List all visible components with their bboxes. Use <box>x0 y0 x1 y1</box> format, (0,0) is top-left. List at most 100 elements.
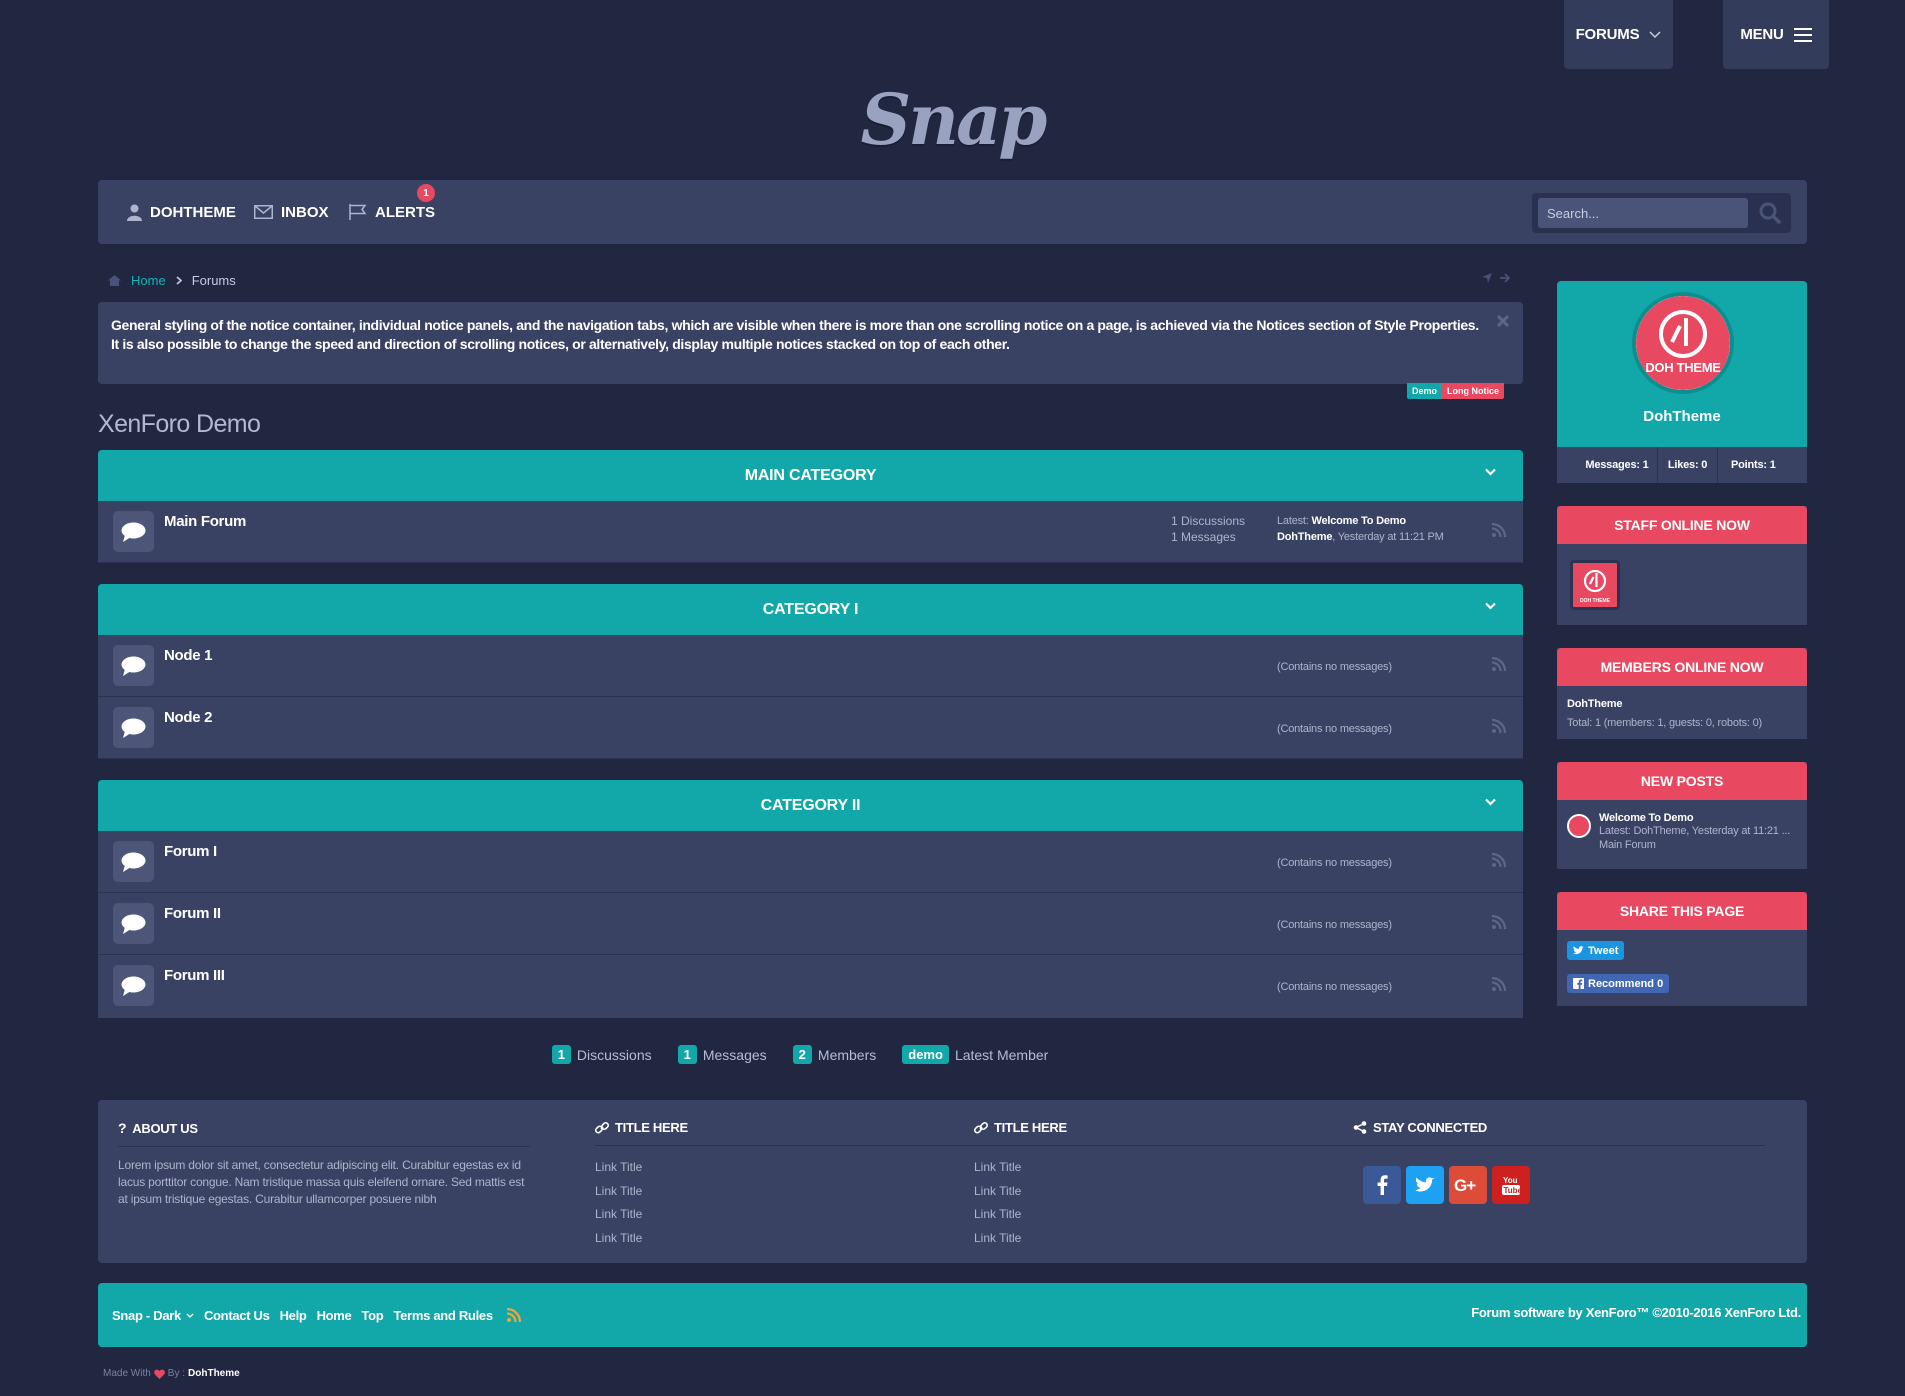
new-post-title[interactable]: Welcome To Demo <box>1599 812 1790 824</box>
style-chooser[interactable]: Snap - Dark <box>112 1308 194 1323</box>
latest-user-link[interactable]: DohTheme <box>1277 531 1332 543</box>
footer-link-home[interactable]: Home <box>317 1308 352 1323</box>
forum-node[interactable]: Forum I (Contains no messages) <box>98 831 1523 893</box>
stat-discussions: 1 Discussions <box>551 1045 652 1064</box>
nav-user-link[interactable]: DOHTHEME <box>127 180 236 244</box>
close-icon[interactable] <box>1496 314 1510 328</box>
twitter-icon <box>1573 946 1584 955</box>
forum-node[interactable]: Node 2 (Contains no messages) <box>98 697 1523 759</box>
forum-discussions-count: 1 Discussions <box>1171 514 1246 528</box>
forum-node[interactable]: Forum II (Contains no messages) <box>98 893 1523 955</box>
footer-link[interactable]: Link Title <box>974 1180 1386 1204</box>
navigate-icon[interactable] <box>1482 273 1492 283</box>
notice-tab-long-notice[interactable]: Long Notice <box>1442 383 1505 399</box>
notice-tab-demo[interactable]: Demo <box>1407 383 1443 399</box>
staff-online-block: STAFF ONLINE NOW DOH THEME <box>1557 506 1807 625</box>
online-member-link[interactable]: DohTheme <box>1567 698 1797 710</box>
breadcrumb-home[interactable]: Home <box>131 273 166 288</box>
chevron-down-icon <box>1649 30 1661 39</box>
forum-title[interactable]: Forum III <box>164 967 225 984</box>
main-menu-button[interactable]: MENU <box>1723 0 1829 69</box>
footer-columns: ? ABOUT US Lorem ipsum dolor sit amet, c… <box>98 1100 1807 1263</box>
share-block: SHARE THIS PAGE Tweet Recommend 0 <box>1557 892 1807 1006</box>
forum-title[interactable]: Node 1 <box>164 647 213 664</box>
google-plus-icon[interactable]: G+ <box>1449 1166 1487 1204</box>
arrow-right-icon[interactable] <box>1500 273 1511 283</box>
online-total: Total: 1 (members: 1, guests: 0, robots:… <box>1567 717 1762 729</box>
avatar-label: DOH THEME <box>1645 360 1721 375</box>
twitter-icon[interactable] <box>1406 1166 1444 1204</box>
footer-link[interactable]: Link Title <box>974 1203 1386 1227</box>
breadcrumb-current[interactable]: Forums <box>192 273 236 288</box>
breadcrumb-jump <box>1482 273 1511 283</box>
footer-link[interactable]: Link Title <box>974 1227 1386 1251</box>
author-link[interactable]: DohTheme <box>188 1368 240 1379</box>
footer-link-top[interactable]: Top <box>361 1308 383 1323</box>
nav-inbox-link[interactable]: INBOX <box>254 180 329 244</box>
rss-icon[interactable] <box>1492 719 1506 733</box>
forum-title[interactable]: Forum II <box>164 905 221 922</box>
chevron-down-icon[interactable] <box>1485 468 1496 476</box>
forum-node[interactable]: Node 1 (Contains no messages) <box>98 635 1523 697</box>
forum-title[interactable]: Main Forum <box>164 513 246 530</box>
footer-link[interactable]: Link Title <box>595 1227 1007 1251</box>
chevron-down-icon[interactable] <box>1485 798 1496 806</box>
footer-link[interactable]: Link Title <box>974 1156 1386 1180</box>
category-header-main[interactable]: MAIN CATEGORY <box>98 450 1523 501</box>
rss-icon[interactable] <box>1492 657 1506 671</box>
nav-alerts-label: ALERTS <box>375 203 435 221</box>
footer-link[interactable]: Link Title <box>595 1156 1007 1180</box>
profile-likes[interactable]: Likes: 0 <box>1657 447 1717 483</box>
footer-link[interactable]: Link Title <box>595 1180 1007 1204</box>
staff-avatar[interactable]: DOH THEME <box>1570 560 1620 610</box>
link-icon <box>974 1121 988 1135</box>
main-menu-label: MENU <box>1740 26 1784 43</box>
home-icon[interactable] <box>108 274 121 286</box>
latest-time: , Yesterday at 11:21 PM <box>1332 531 1444 543</box>
profile-name[interactable]: DohTheme <box>1557 408 1807 425</box>
speech-bubble-icon <box>113 645 154 686</box>
latest-member-link[interactable]: demo <box>902 1045 949 1064</box>
profile-points[interactable]: Points: 1 <box>1717 447 1807 483</box>
search-input[interactable] <box>1538 198 1748 228</box>
youtube-icon[interactable]: You Tube <box>1492 1166 1530 1204</box>
rss-icon[interactable] <box>1492 977 1506 991</box>
tweet-button[interactable]: Tweet <box>1567 941 1625 960</box>
footer-link-terms[interactable]: Terms and Rules <box>393 1308 493 1323</box>
forum-node[interactable]: Main Forum 1 Discussions 1 Messages Late… <box>98 501 1523 563</box>
facebook-icon <box>1573 978 1584 989</box>
avatar-label: DOH THEME <box>1580 598 1610 604</box>
footer-link-contact[interactable]: Contact Us <box>204 1308 270 1323</box>
new-post-item[interactable]: Welcome To Demo Latest: DohTheme, Yester… <box>1567 812 1797 852</box>
chevron-down-icon[interactable] <box>1485 602 1496 610</box>
profile-messages[interactable]: Messages: 1 <box>1557 447 1657 483</box>
footer-links-2: TITLE HERE Link Title Link Title Link Ti… <box>974 1120 1386 1250</box>
category-title: CATEGORY I <box>762 600 859 618</box>
avatar[interactable]: DOH THEME <box>1632 292 1734 394</box>
forum-latest-post: Latest: Welcome To Demo DohTheme, Yester… <box>1277 513 1444 545</box>
category-header-ii[interactable]: CATEGORY II <box>98 780 1523 831</box>
search-icon[interactable] <box>1759 202 1781 224</box>
forum-node[interactable]: Forum III (Contains no messages) <box>98 955 1523 1018</box>
new-post-meta: Latest: DohTheme, Yesterday at 11:21 ... <box>1599 825 1791 837</box>
rss-icon[interactable] <box>1492 853 1506 867</box>
forum-title[interactable]: Node 2 <box>164 709 213 726</box>
latest-thread-link[interactable]: Welcome To Demo <box>1311 515 1406 527</box>
site-logo[interactable]: Snap <box>0 78 1905 161</box>
share-icon <box>1353 1121 1367 1134</box>
rss-icon[interactable] <box>506 1308 521 1322</box>
forum-title[interactable]: Forum I <box>164 843 217 860</box>
footer-link[interactable]: Link Title <box>595 1203 1007 1227</box>
category-header-i[interactable]: CATEGORY I <box>98 584 1523 635</box>
avatar[interactable] <box>1567 814 1591 838</box>
facebook-icon[interactable] <box>1363 1166 1401 1204</box>
new-post-forum[interactable]: Main Forum <box>1599 838 1790 852</box>
rss-icon[interactable] <box>1492 915 1506 929</box>
footer-heading: TITLE HERE <box>615 1120 688 1135</box>
footer-link-help[interactable]: Help <box>280 1308 307 1323</box>
facebook-recommend-button[interactable]: Recommend 0 <box>1567 974 1670 993</box>
latest-prefix: Latest: <box>1277 515 1309 527</box>
rss-icon[interactable] <box>1492 523 1506 537</box>
forums-menu-button[interactable]: FORUMS <box>1564 0 1673 69</box>
copyright-text[interactable]: Forum software by XenForo™ ©2010-2016 Xe… <box>1471 1305 1801 1320</box>
